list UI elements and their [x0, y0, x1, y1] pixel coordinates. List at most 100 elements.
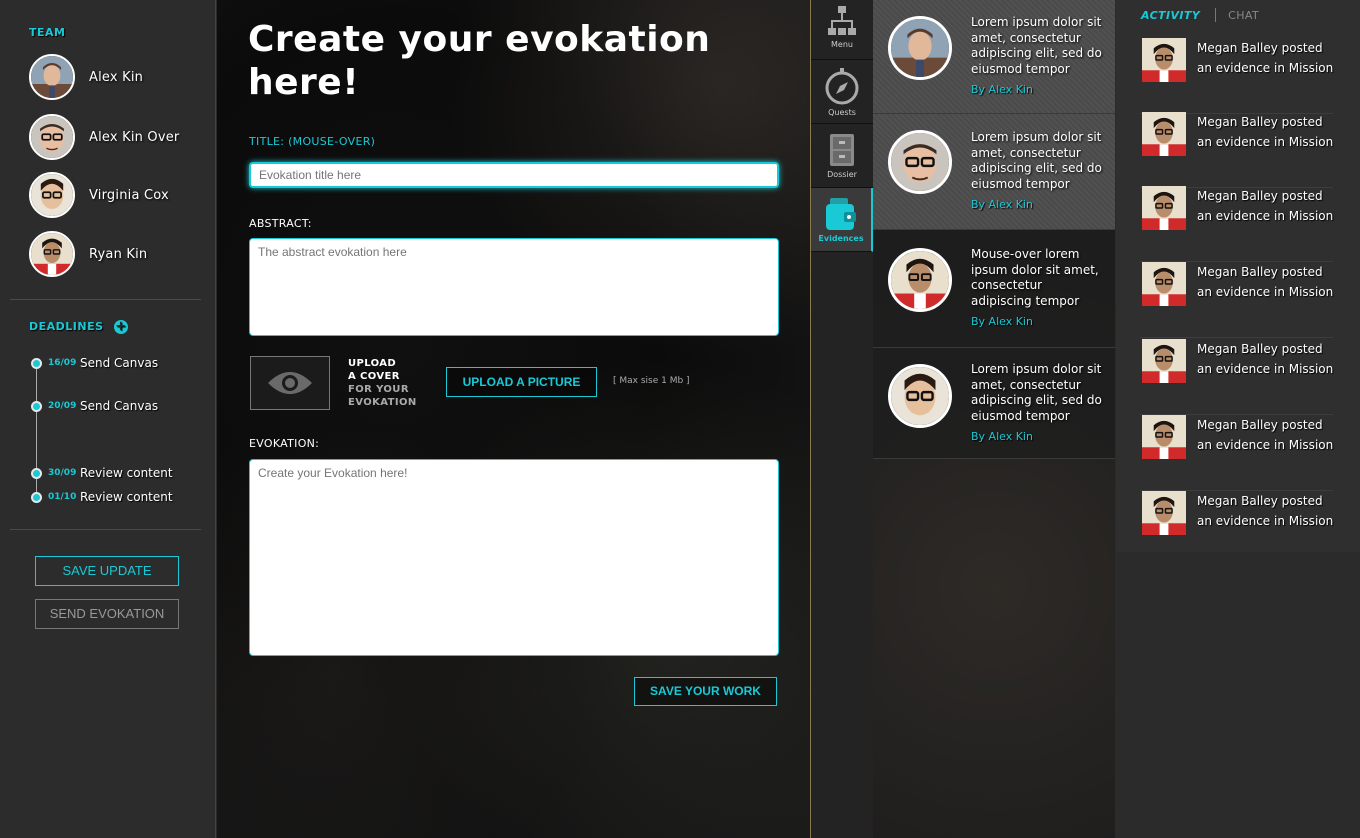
evidence-author[interactable]: By Alex Kin	[971, 83, 1033, 96]
evokation-form-panel: Create your evokation here! TITLE: (MOUS…	[217, 0, 810, 838]
activity-tabs: ACTIVITY CHAT	[1141, 8, 1259, 22]
activity-panel: ACTIVITY CHAT Megan Balley posted an evi…	[1116, 0, 1360, 552]
avatar	[1142, 112, 1186, 156]
evokation-title-input[interactable]	[249, 162, 779, 188]
evidence-author[interactable]: By Alex Kin	[971, 315, 1033, 328]
nav-label: Evidences	[818, 234, 864, 243]
member-name: Alex Kin Over	[89, 129, 180, 145]
avatar	[888, 16, 952, 80]
abstract-textarea[interactable]	[249, 238, 779, 336]
deadline-date: 01/10	[48, 492, 77, 502]
activity-panel-empty	[1116, 552, 1360, 838]
cover-text-line: EVOKATION	[348, 397, 417, 408]
nav-item-menu[interactable]: Menu	[811, 0, 873, 60]
avatar	[1142, 491, 1186, 535]
timeline-dot-icon	[31, 357, 42, 369]
team-member-ryan-kin[interactable]: Ryan Kin	[29, 231, 147, 277]
deadline-item[interactable]: 01/10 Review content	[31, 490, 173, 504]
team-member-virginia-cox[interactable]: Virginia Cox	[29, 172, 169, 218]
divider	[10, 299, 201, 300]
avatar	[1142, 38, 1186, 82]
deadline-date: 16/09	[48, 358, 77, 368]
cabinet-icon	[830, 134, 854, 166]
activity-item[interactable]: Megan Balley posted an evidence in Missi…	[1140, 339, 1333, 415]
activity-text: Megan Balley posted an evidence in Missi…	[1197, 41, 1334, 75]
timeline-dot-icon	[31, 467, 42, 479]
save-update-button[interactable]: SAVE UPDATE	[35, 556, 179, 586]
deadline-item[interactable]: 20/09 Send Canvas	[31, 399, 159, 413]
divider	[10, 529, 201, 530]
upload-picture-button[interactable]: UPLOAD A PICTURE	[446, 367, 597, 397]
title-label: TITLE: (MOUSE-OVER)	[249, 135, 376, 148]
activity-item[interactable]: Megan Balley posted an evidence in Missi…	[1140, 186, 1333, 262]
avatar	[888, 248, 952, 312]
evidence-item[interactable]: Lorem ipsum dolor sit amet, consectetur …	[873, 0, 1115, 114]
add-deadline-icon[interactable]: +	[113, 320, 128, 334]
eye-icon	[268, 372, 312, 394]
evidence-author[interactable]: By Alex Kin	[971, 198, 1033, 211]
tab-separator	[1215, 8, 1217, 22]
hierarchy-icon	[828, 6, 856, 35]
evidence-item[interactable]: Lorem ipsum dolor sit amet, consectetur …	[873, 348, 1115, 459]
compass-icon	[825, 68, 859, 105]
team-member-alex-kin-over[interactable]: Alex Kin Over	[29, 114, 179, 160]
evidence-list: Lorem ipsum dolor sit amet, consectetur …	[873, 0, 1115, 838]
upload-cover-text: UPLOAD A COVER FOR YOUR EVOKATION	[348, 357, 417, 409]
nav-item-dossier[interactable]: Dossier	[811, 124, 873, 188]
evokation-textarea[interactable]	[249, 459, 779, 656]
activity-text: Megan Balley posted an evidence in Missi…	[1197, 494, 1334, 528]
cover-text-line: A COVER	[348, 371, 400, 382]
evokation-label: EVOKATION:	[249, 437, 320, 450]
tab-chat[interactable]: CHAT	[1228, 9, 1259, 22]
cover-preview[interactable]	[250, 356, 330, 410]
evidence-text: Mouse-over lorem ipsum dolor sit amet, c…	[971, 247, 1099, 308]
nav-label: Quests	[828, 108, 856, 117]
activity-text: Megan Balley posted an evidence in Missi…	[1197, 418, 1334, 452]
abstract-label: ABSTRACT:	[249, 217, 312, 230]
page-title: Create your evokation here!	[248, 19, 711, 103]
evidence-text: Lorem ipsum dolor sit amet, consectetur …	[971, 130, 1102, 191]
evidence-author[interactable]: By Alex Kin	[971, 430, 1033, 443]
activity-text: Megan Balley posted an evidence in Missi…	[1197, 115, 1334, 149]
evidence-item[interactable]: Mouse-over lorem ipsum dolor sit amet, c…	[873, 230, 1115, 348]
tab-activity[interactable]: ACTIVITY	[1141, 9, 1200, 22]
evidence-text: Lorem ipsum dolor sit amet, consectetur …	[971, 362, 1102, 423]
avatar	[1142, 415, 1186, 459]
save-your-work-button[interactable]: SAVE YOUR WORK	[634, 677, 777, 706]
member-name: Virginia Cox	[89, 187, 169, 203]
activity-text: Megan Balley posted an evidence in Missi…	[1197, 342, 1334, 376]
member-name: Alex Kin	[89, 69, 144, 85]
avatar	[29, 54, 75, 100]
deadline-task: Send Canvas	[80, 399, 159, 413]
avatar	[29, 231, 75, 277]
deadline-item[interactable]: 16/09 Send Canvas	[31, 356, 158, 370]
deadline-item[interactable]: 30/09 Review content	[31, 466, 173, 480]
avatar	[1142, 186, 1186, 230]
send-evokation-button[interactable]: SEND EVOKATION	[35, 599, 179, 629]
avatar	[888, 130, 952, 194]
cover-text-line: FOR YOUR	[348, 384, 409, 395]
nav-label: Menu	[831, 40, 853, 49]
activity-text: Megan Balley posted an evidence in Missi…	[1197, 265, 1334, 299]
deadline-date: 30/09	[48, 468, 77, 478]
deadlines-title-text: DEADLINES	[29, 320, 104, 333]
activity-item[interactable]: Megan Balley posted an evidence in Missi…	[1140, 415, 1333, 491]
avatar	[29, 114, 75, 160]
avatar	[888, 364, 952, 428]
team-member-alex-kin[interactable]: Alex Kin	[29, 54, 143, 100]
deadline-task: Review content	[80, 490, 173, 504]
team-title: TEAM	[29, 26, 66, 39]
activity-text: Megan Balley posted an evidence in Missi…	[1197, 189, 1334, 223]
nav-item-quests[interactable]: Quests	[811, 60, 873, 124]
max-size-note: [ Max sise 1 Mb ]	[613, 376, 690, 386]
activity-item[interactable]: Megan Balley posted an evidence in Missi…	[1140, 112, 1333, 188]
left-sidebar: TEAM Alex Kin Alex Kin Over Virginia Cox…	[0, 0, 216, 838]
activity-item[interactable]: Megan Balley posted an evidence in Missi…	[1140, 38, 1333, 114]
avatar	[29, 172, 75, 218]
evidence-item[interactable]: Lorem ipsum dolor sit amet, consectetur …	[873, 114, 1115, 230]
activity-item[interactable]: Megan Balley posted an evidence in Missi…	[1140, 262, 1333, 338]
nav-item-evidences[interactable]: Evidences	[811, 188, 873, 252]
nav-label: Dossier	[827, 170, 857, 179]
evidence-text: Lorem ipsum dolor sit amet, consectetur …	[971, 15, 1102, 76]
deadline-date: 20/09	[48, 401, 77, 411]
